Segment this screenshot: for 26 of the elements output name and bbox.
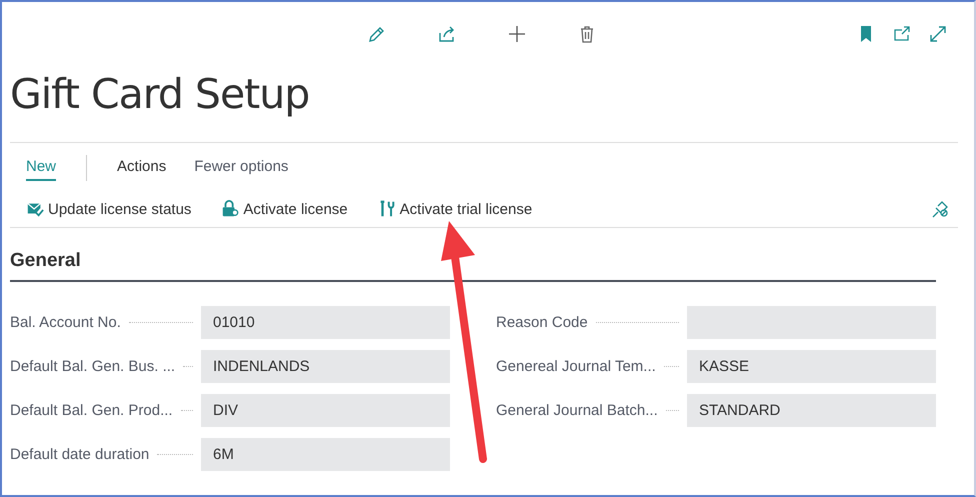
field-label: Default Bal. Gen. Bus. ...: [10, 358, 176, 375]
input-field[interactable]: INDENLANDS: [201, 350, 450, 383]
input-field[interactable]: [687, 306, 936, 339]
input-field[interactable]: 01010: [201, 306, 450, 339]
input-field[interactable]: DIV: [201, 394, 450, 427]
field-label: Bal. Account No.: [10, 314, 121, 331]
padlock-icon: [221, 200, 240, 218]
plus-icon[interactable]: [507, 24, 527, 44]
menu-tab[interactable]: Fewer options: [194, 156, 288, 180]
field-label: Default Bal. Gen. Prod...: [10, 402, 173, 419]
input-field[interactable]: KASSE: [687, 350, 936, 383]
menu-tab[interactable]: New: [26, 156, 56, 180]
input-field[interactable]: STANDARD: [687, 394, 936, 427]
expand-icon[interactable]: [928, 24, 948, 44]
page-title: Gift Card Setup: [10, 69, 310, 120]
tools-icon: [378, 200, 396, 218]
action-button[interactable]: Activate license: [221, 200, 348, 218]
input-field[interactable]: 6M: [201, 438, 450, 471]
field-label: General Journal Batch...: [496, 402, 658, 419]
menu-tab[interactable]: Actions: [117, 156, 166, 180]
unpin-icon[interactable]: [930, 199, 950, 219]
action-button[interactable]: Activate trial license: [378, 200, 532, 218]
field-label: Reason Code: [496, 314, 588, 331]
field-label: Default date duration: [10, 446, 150, 463]
action-button[interactable]: Update license status: [26, 200, 192, 218]
field-label: Genereal Journal Tem...: [496, 358, 656, 375]
